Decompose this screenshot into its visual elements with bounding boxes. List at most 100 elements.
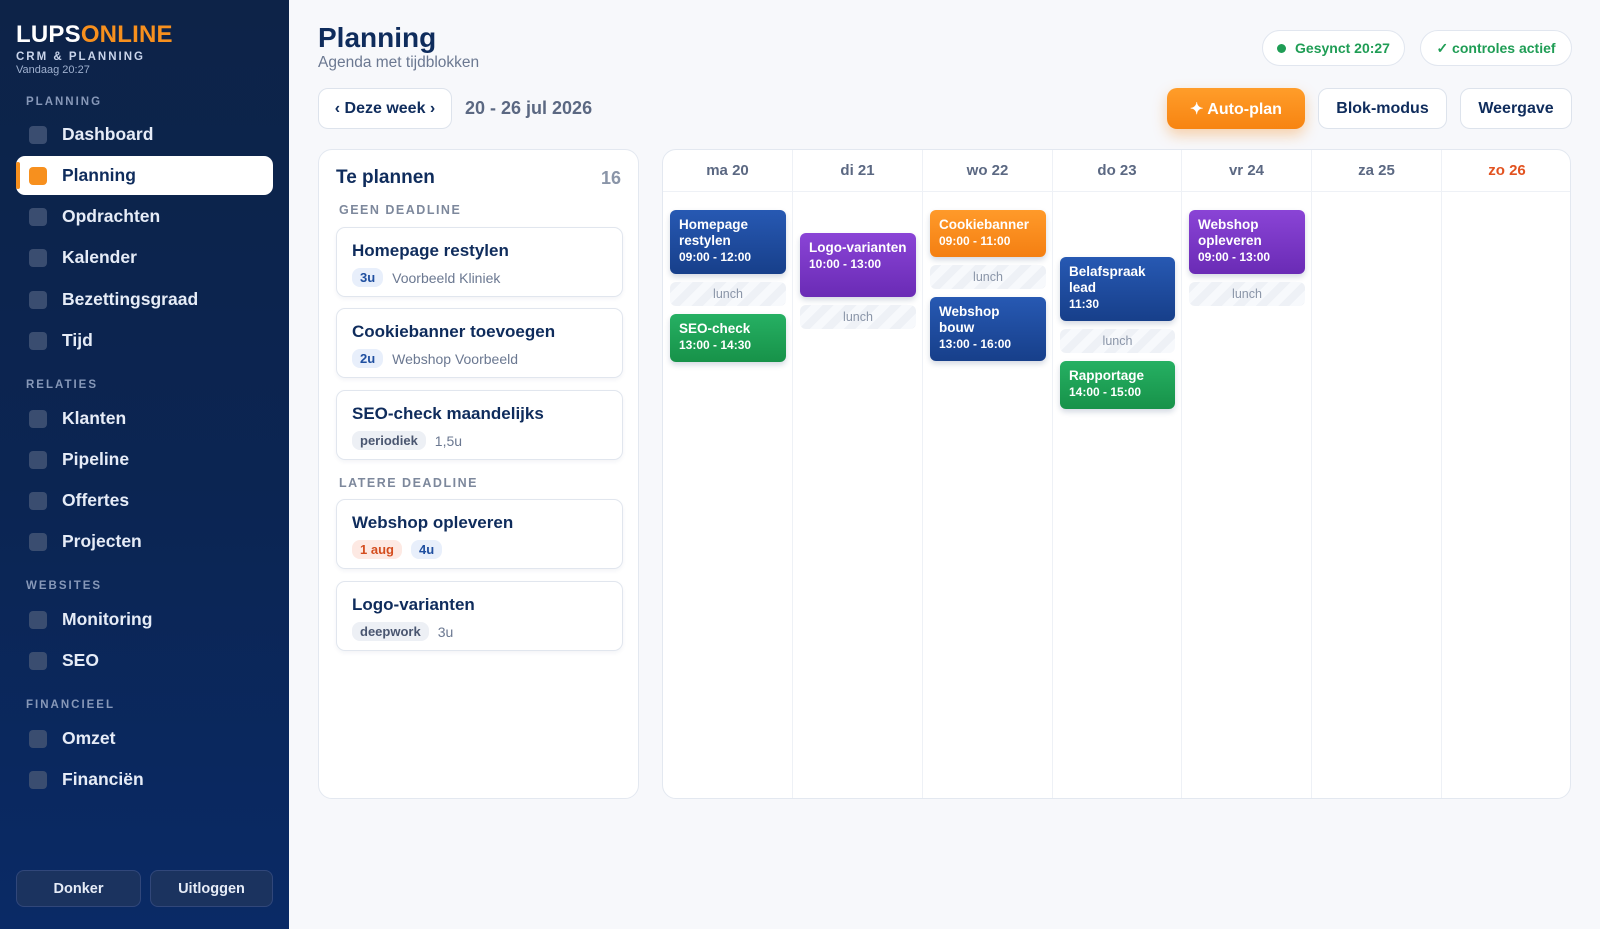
dashboard-icon: [29, 125, 47, 144]
lunch-block: lunch: [800, 305, 916, 329]
task-client: Voorbeeld Kliniek: [392, 269, 501, 286]
sidebar-item-tijd[interactable]: Tijd: [16, 321, 273, 360]
sidebar-item-seo[interactable]: SEO: [16, 641, 273, 680]
day-header: do 23: [1053, 150, 1181, 192]
group-later-deadline: LATERE DEADLINE: [339, 476, 478, 490]
lunch-block: lunch: [1189, 282, 1305, 306]
projecten-icon: [29, 532, 47, 551]
task-duration: 3u: [437, 623, 454, 640]
day-column[interactable]: do 23 Belafspraak lead 11:30 lunch Rappo…: [1053, 150, 1182, 798]
task-type-tag: deepwork: [352, 622, 429, 641]
sidebar-item-offertes[interactable]: Offertes: [16, 481, 273, 520]
task-deadline-tag: 1 aug: [352, 540, 402, 559]
opdrachten-icon: [29, 207, 47, 226]
backlog-title: Te plannen: [336, 167, 435, 188]
day-column[interactable]: za 25: [1312, 150, 1442, 798]
week-nav-button[interactable]: ‹ Deze week ›: [318, 88, 452, 129]
task-title: SEO-check maandelijks: [352, 404, 544, 423]
auto-plan-button[interactable]: ✦ Auto-plan: [1167, 88, 1305, 129]
omzet-icon: [29, 729, 47, 748]
day-column[interactable]: di 21 Logo-varianten 10:00 - 13:00 lunch: [793, 150, 923, 798]
day-column[interactable]: vr 24 Webshop opleveren 09:00 - 13:00 lu…: [1182, 150, 1312, 798]
sidebar-item-opdrachten[interactable]: Opdrachten: [16, 197, 273, 236]
sidebar-item-financien[interactable]: Financiën: [16, 760, 273, 799]
pipeline-icon: [29, 450, 47, 469]
task-duration-tag: 2u: [352, 349, 384, 368]
sidebar-item-projecten[interactable]: Projecten: [16, 522, 273, 561]
sidebar-item-klanten[interactable]: Klanten: [16, 399, 273, 438]
nav-section-planning: PLANNING: [26, 96, 103, 108]
lunch-block: lunch: [670, 282, 786, 306]
calendar-event[interactable]: Belafspraak lead 11:30: [1060, 257, 1175, 321]
logout-button[interactable]: Uitloggen: [150, 870, 273, 907]
calendar-event[interactable]: Logo-varianten 10:00 - 13:00: [800, 233, 916, 297]
day-header: vr 24: [1182, 150, 1311, 192]
day-header: zo 26: [1442, 150, 1570, 192]
date-range: 20 - 26 jul 2026: [465, 98, 593, 118]
group-no-deadline: GEEN DEADLINE: [339, 203, 462, 217]
nav-section-relaties: RELATIES: [26, 379, 99, 391]
task-title: Homepage restylen: [352, 241, 509, 260]
task-duration-tag: 3u: [352, 268, 384, 287]
sidebar-item-monitoring[interactable]: Monitoring: [16, 600, 273, 639]
nav-section-websites: WEBSITES: [26, 580, 103, 592]
kalender-icon: [29, 248, 47, 267]
sidebar-item-kalender[interactable]: Kalender: [16, 238, 273, 277]
sidebar-item-dashboard[interactable]: Dashboard: [16, 115, 273, 154]
backlog-task[interactable]: Homepage restylen 3u Voorbeeld Kliniek: [336, 227, 623, 297]
backlog-task[interactable]: SEO-check maandelijks periodiek 1,5u: [336, 390, 623, 460]
calendar-event[interactable]: Webshop opleveren 09:00 - 13:00: [1189, 210, 1305, 274]
day-header: di 21: [793, 150, 922, 192]
checks-status-badge: ✓ controles actief: [1420, 30, 1572, 66]
lunch-block: lunch: [1060, 329, 1175, 353]
brand-subtitle: CRM & PLANNING: [16, 51, 145, 63]
task-duration-tag: 4u: [410, 540, 443, 559]
task-duration: 1,5u: [434, 432, 463, 449]
day-column[interactable]: ma 20 Homepage restylen 09:00 - 12:00 lu…: [663, 150, 793, 798]
backlog-task[interactable]: Webshop opleveren 1 aug 4u: [336, 499, 623, 569]
financien-icon: [29, 770, 47, 789]
sidebar: LUPSONLINE CRM & PLANNING Vandaag 20:27 …: [0, 0, 289, 929]
week-calendar: ma 20 Homepage restylen 09:00 - 12:00 lu…: [662, 149, 1571, 799]
klanten-icon: [29, 409, 47, 428]
calendar-event[interactable]: Homepage restylen 09:00 - 12:00: [670, 210, 786, 274]
view-button[interactable]: Weergave: [1460, 88, 1572, 129]
backlog-count: 16: [600, 168, 621, 188]
page-title: Planning: [318, 22, 437, 53]
sync-status-badge: Gesynct 20:27: [1262, 30, 1405, 66]
block-mode-button[interactable]: Blok-modus: [1318, 88, 1447, 129]
sidebar-item-omzet[interactable]: Omzet: [16, 719, 273, 758]
day-header: wo 22: [923, 150, 1052, 192]
monitoring-icon: [29, 610, 47, 629]
offertes-icon: [29, 491, 47, 510]
lunch-block: lunch: [930, 265, 1046, 289]
sidebar-item-pipeline[interactable]: Pipeline: [16, 440, 273, 479]
brand-logo[interactable]: LUPSONLINE: [16, 22, 173, 48]
sidebar-item-planning[interactable]: Planning: [16, 156, 273, 195]
tijd-icon: [29, 331, 47, 350]
task-title: Webshop opleveren: [352, 513, 514, 532]
nav-section-financieel: FINANCIEEL: [26, 699, 115, 711]
sidebar-item-bezettingsgraad[interactable]: Bezettingsgraad: [16, 280, 273, 319]
backlog-panel: Te plannen 16 GEEN DEADLINE Homepage res…: [318, 149, 639, 799]
day-column[interactable]: zo 26: [1442, 150, 1570, 798]
task-title: Logo-varianten: [352, 595, 475, 614]
calendar-event[interactable]: Webshop bouw 13:00 - 16:00: [930, 297, 1046, 361]
page-subtitle: Agenda met tijdblokken: [318, 54, 480, 71]
day-header: ma 20: [663, 150, 792, 192]
brand: LUPSONLINE CRM & PLANNING Vandaag 20:27: [16, 22, 173, 77]
backlog-task[interactable]: Logo-varianten deepwork 3u: [336, 581, 623, 651]
calendar-event[interactable]: Rapportage 14:00 - 15:00: [1060, 361, 1175, 409]
task-client: Webshop Voorbeeld: [392, 350, 519, 367]
bezettingsgraad-icon: [29, 290, 47, 309]
status-dot-icon: [1277, 43, 1287, 53]
calendar-event[interactable]: SEO-check 13:00 - 14:30: [670, 314, 786, 362]
day-header: za 25: [1312, 150, 1441, 192]
brand-time: Vandaag 20:27: [16, 64, 90, 76]
task-type-tag: periodiek: [352, 431, 426, 450]
day-column[interactable]: wo 22 Cookiebanner 09:00 - 11:00 lunch W…: [923, 150, 1053, 798]
task-title: Cookiebanner toevoegen: [352, 322, 556, 341]
theme-toggle-button[interactable]: Donker: [16, 870, 141, 907]
backlog-task[interactable]: Cookiebanner toevoegen 2u Webshop Voorbee…: [336, 308, 623, 378]
calendar-event[interactable]: Cookiebanner 09:00 - 11:00: [930, 210, 1046, 257]
